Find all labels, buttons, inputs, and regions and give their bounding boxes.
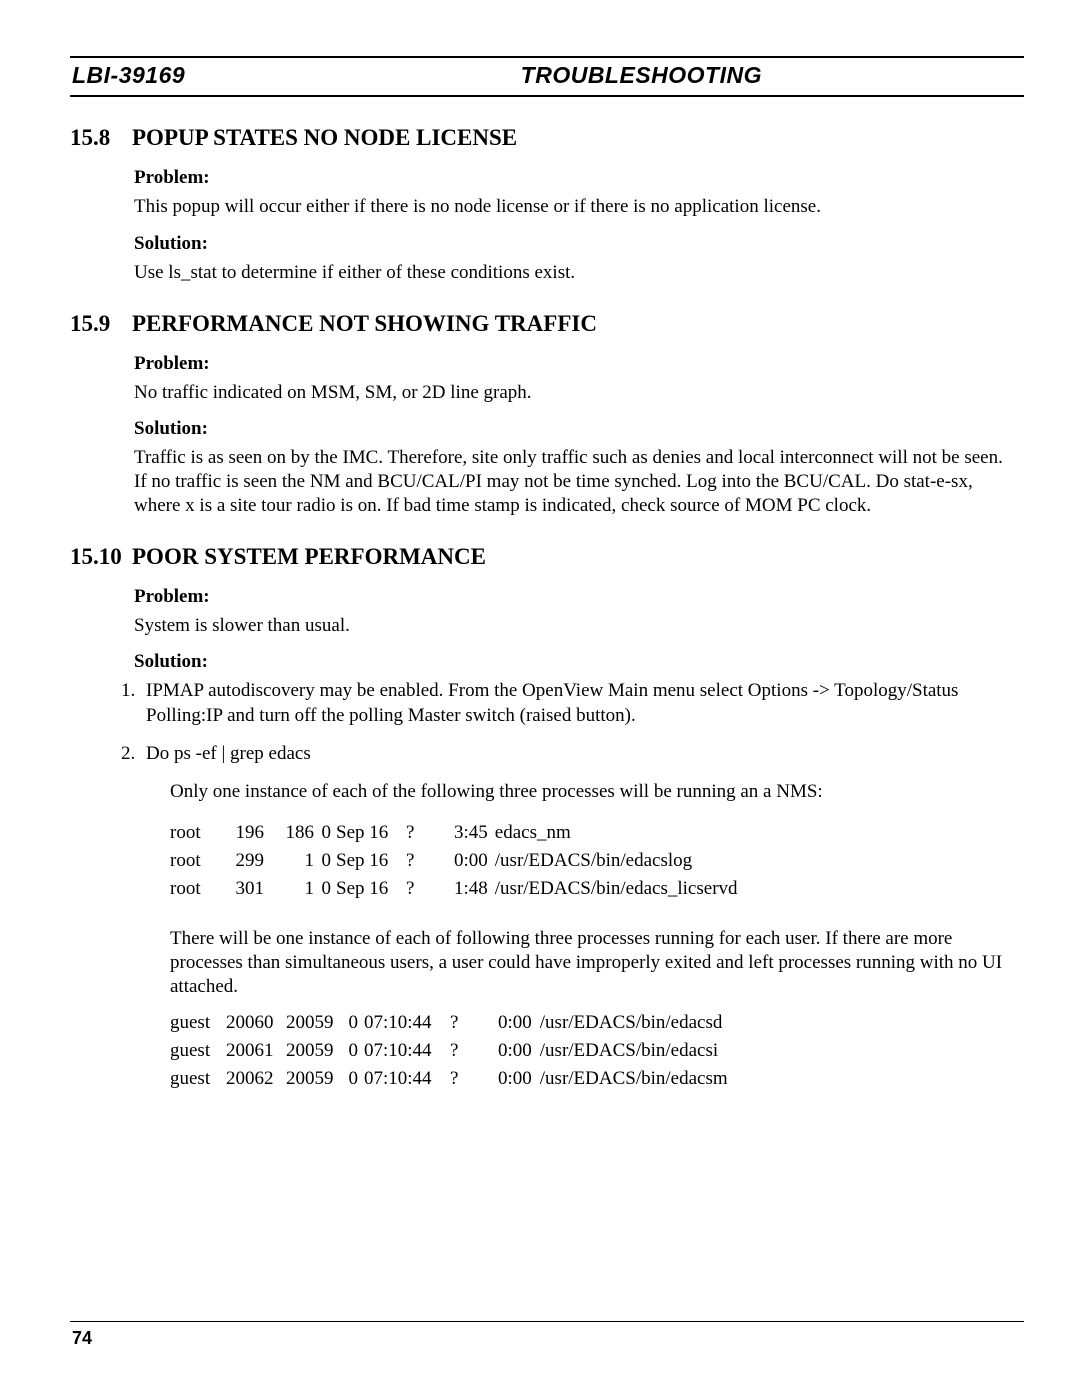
table-row: root1961860Sep 16?3:45edacs_nm: [170, 819, 743, 847]
step-1: IPMAP autodiscovery may be enabled. From…: [146, 680, 958, 725]
cell-ppid: 1: [272, 875, 318, 903]
problem-label: Problem:: [134, 353, 1024, 375]
step-2: Do ps -ef | grep edacs: [146, 743, 311, 764]
cell-c: 0: [346, 1009, 364, 1037]
problem-label: Problem:: [134, 586, 1024, 608]
cell-user: root: [170, 819, 226, 847]
cell-cmd: /usr/EDACS/bin/edacsi: [538, 1037, 734, 1065]
cell-tty: ?: [450, 1065, 468, 1093]
cell-date: Sep 16: [336, 847, 406, 875]
cell-c: 0: [346, 1065, 364, 1093]
nms-process-note: Only one instance of each of the followi…: [170, 780, 1018, 804]
page: LBI-39169 TROUBLESHOOTING 15.8 POPUP STA…: [70, 56, 1024, 1349]
page-number: 74: [70, 1322, 1024, 1349]
cell-time: 0:00: [424, 847, 493, 875]
solution-steps: IPMAP autodiscovery may be enabled. From…: [140, 679, 1018, 766]
cell-time: 0:00: [468, 1037, 538, 1065]
cell-cmd: /usr/EDACS/bin/edacsm: [538, 1065, 734, 1093]
section-15-9: 15.9 PERFORMANCE NOT SHOWING TRAFFIC Pro…: [70, 311, 1024, 518]
cell-pid: 20062: [226, 1065, 286, 1093]
page-header: LBI-39169 TROUBLESHOOTING: [70, 58, 1024, 95]
cell-time: 0:00: [468, 1065, 538, 1093]
cell-c: 0: [318, 819, 336, 847]
cell-user: root: [170, 875, 226, 903]
cell-date: Sep 16: [336, 875, 406, 903]
cell-user: root: [170, 847, 226, 875]
cell-pid: 196: [226, 819, 272, 847]
cell-c: 0: [346, 1037, 364, 1065]
heading-number: 15.8: [70, 125, 124, 151]
cell-ppid: 20059: [286, 1065, 346, 1093]
heading-number: 15.10: [70, 544, 124, 570]
cell-c: 0: [318, 875, 336, 903]
cell-cmd: /usr/EDACS/bin/edacsd: [538, 1009, 734, 1037]
heading-15-9: 15.9 PERFORMANCE NOT SHOWING TRAFFIC: [70, 311, 1024, 337]
cell-tty: ?: [406, 819, 424, 847]
section-15-8: 15.8 POPUP STATES NO NODE LICENSE Proble…: [70, 125, 1024, 285]
cell-time: 1:48: [424, 875, 493, 903]
cell-tty: ?: [406, 847, 424, 875]
solution-text: Traffic is as seen on by the IMC. Theref…: [134, 446, 1018, 517]
cell-pid: 20060: [226, 1009, 286, 1037]
table-row: root30110Sep 16?1:48/usr/EDACS/bin/edacs…: [170, 875, 743, 903]
cell-cmd: /usr/EDACS/bin/edacslog: [493, 847, 743, 875]
solution-label: Solution:: [134, 651, 1024, 673]
cell-ppid: 20059: [286, 1009, 346, 1037]
heading-title: PERFORMANCE NOT SHOWING TRAFFIC: [132, 311, 597, 337]
cell-ppid: 20059: [286, 1037, 346, 1065]
heading-title: POOR SYSTEM PERFORMANCE: [132, 544, 486, 570]
cell-tty: ?: [450, 1037, 468, 1065]
user-process-table: guest2006020059007:10:44?0:00/usr/EDACS/…: [170, 1009, 734, 1093]
cell-user: guest: [170, 1037, 226, 1065]
table-row: root29910Sep 16?0:00/usr/EDACS/bin/edacs…: [170, 847, 743, 875]
problem-label: Problem:: [134, 167, 1024, 189]
heading-15-8: 15.8 POPUP STATES NO NODE LICENSE: [70, 125, 1024, 151]
cell-ppid: 1: [272, 847, 318, 875]
table-row: guest2006020059007:10:44?0:00/usr/EDACS/…: [170, 1009, 734, 1037]
cell-c: 0: [318, 847, 336, 875]
doc-title: TROUBLESHOOTING: [521, 62, 762, 89]
list-item: IPMAP autodiscovery may be enabled. From…: [140, 679, 1018, 728]
cell-cmd: edacs_nm: [493, 819, 743, 847]
cell-ppid: 186: [272, 819, 318, 847]
list-item: Do ps -ef | grep edacs: [140, 742, 1018, 766]
solution-label: Solution:: [134, 233, 1024, 255]
table-row: guest2006120059007:10:44?0:00/usr/EDACS/…: [170, 1037, 734, 1065]
doc-id: LBI-39169: [72, 62, 185, 89]
heading-number: 15.9: [70, 311, 124, 337]
page-footer: 74: [70, 1321, 1024, 1349]
cell-pid: 301: [226, 875, 272, 903]
heading-title: POPUP STATES NO NODE LICENSE: [132, 125, 517, 151]
problem-text: No traffic indicated on MSM, SM, or 2D l…: [134, 381, 1018, 405]
cell-tty: ?: [406, 875, 424, 903]
cell-time: 0:00: [468, 1009, 538, 1037]
cell-date: 07:10:44: [364, 1065, 450, 1093]
content: 15.8 POPUP STATES NO NODE LICENSE Proble…: [70, 97, 1024, 1093]
cell-date: 07:10:44: [364, 1037, 450, 1065]
cell-date: Sep 16: [336, 819, 406, 847]
heading-15-10: 15.10 POOR SYSTEM PERFORMANCE: [70, 544, 1024, 570]
user-process-note: There will be one instance of each of fo…: [170, 927, 1018, 1000]
cell-pid: 20061: [226, 1037, 286, 1065]
cell-cmd: /usr/EDACS/bin/edacs_licservd: [493, 875, 743, 903]
solution-label: Solution:: [134, 418, 1024, 440]
cell-date: 07:10:44: [364, 1009, 450, 1037]
cell-pid: 299: [226, 847, 272, 875]
nms-process-table: root1961860Sep 16?3:45edacs_nmroot29910S…: [170, 819, 743, 903]
cell-tty: ?: [450, 1009, 468, 1037]
table-row: guest2006220059007:10:44?0:00/usr/EDACS/…: [170, 1065, 734, 1093]
problem-text: System is slower than usual.: [134, 614, 1018, 638]
problem-text: This popup will occur either if there is…: [134, 195, 1018, 219]
section-15-10: 15.10 POOR SYSTEM PERFORMANCE Problem: S…: [70, 544, 1024, 1094]
solution-text: Use ls_stat to determine if either of th…: [134, 261, 1018, 285]
cell-user: guest: [170, 1009, 226, 1037]
cell-user: guest: [170, 1065, 226, 1093]
cell-time: 3:45: [424, 819, 493, 847]
